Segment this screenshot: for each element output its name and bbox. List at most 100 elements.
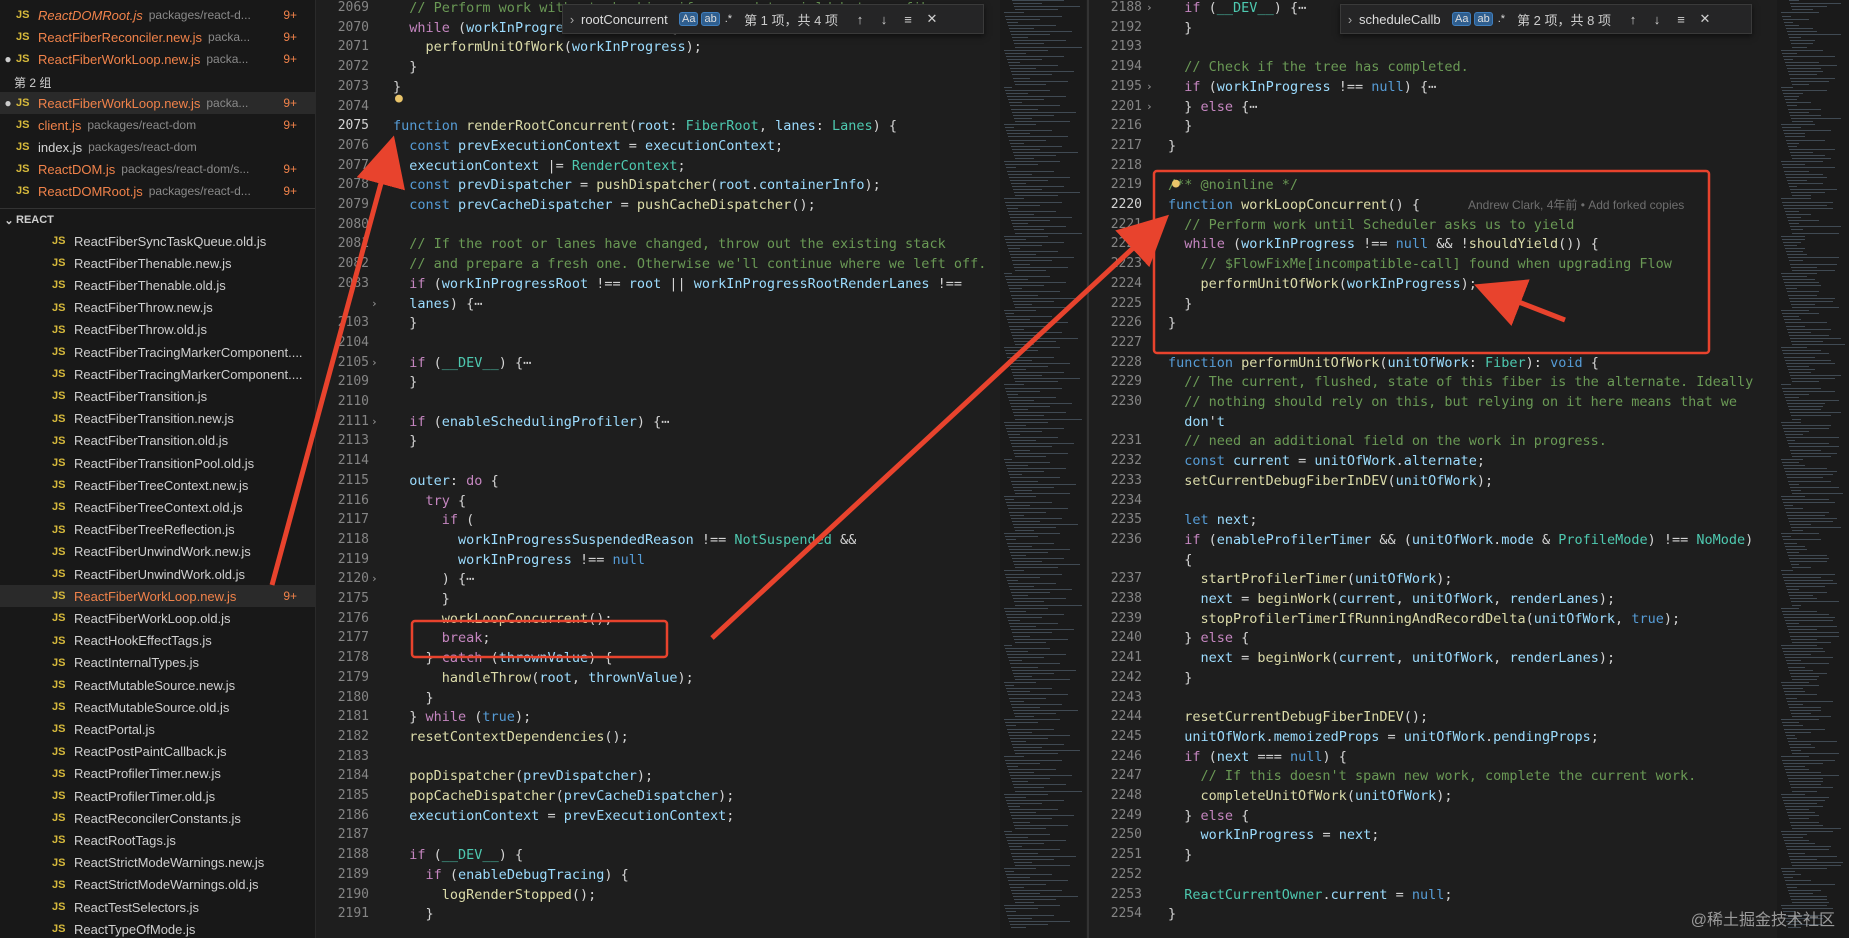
code-line[interactable]: // $FlowFixMe[incompatible-call] found w… xyxy=(1168,254,1672,274)
code-line[interactable]: if (enableProfilerTimer && (unitOfWork.m… xyxy=(1168,530,1753,550)
open-editor-item[interactable]: JS ReactDOM.js packages/react-dom/s... 9+ xyxy=(0,158,315,180)
code-line[interactable]: next = beginWork(current, unitOfWork, re… xyxy=(1168,589,1616,609)
right-editor-pane[interactable]: 2188 2192 2193 2194 2195 2201 2216 2217 2218 2219… xyxy=(1090,0,1775,938)
code-line[interactable]: don't xyxy=(1168,412,1225,432)
file-tree-item[interactable]: JS ReactTestSelectors.js xyxy=(0,896,315,918)
code-line[interactable]: { xyxy=(1168,550,1192,570)
file-tree-item[interactable]: JS ReactPostPaintCallback.js xyxy=(0,741,315,763)
find-in-selection-icon[interactable]: ≡ xyxy=(896,12,920,27)
code-line[interactable]: function renderRootConcurrent(root: Fibe… xyxy=(393,116,897,136)
file-tree-item[interactable]: JS ReactRootTags.js xyxy=(0,829,315,851)
code-line[interactable]: if ( xyxy=(393,510,475,530)
toggle-replace-icon[interactable]: › xyxy=(1341,12,1359,27)
open-editor-item[interactable]: JS ReactFiberReconciler.new.js packa... 9+ xyxy=(0,26,315,48)
left-editor-pane[interactable]: 2069 2070 2071 2072 2073 2074 2075 2076 2077 2078… xyxy=(317,0,997,938)
code-line[interactable]: } xyxy=(1168,116,1192,136)
code-line[interactable]: } xyxy=(393,431,417,451)
file-tree-item[interactable]: JS ReactFiberThrow.old.js xyxy=(0,319,315,341)
file-tree-item[interactable]: JS ReactFiberTreeReflection.js xyxy=(0,519,315,541)
code-line[interactable]: performUnitOfWork(workInProgress); xyxy=(1168,274,1477,294)
code-line[interactable]: performUnitOfWork(workInProgress); xyxy=(393,37,702,57)
file-tree-item[interactable]: JS ReactFiberWorkLoop.new.js 9+ xyxy=(0,585,315,608)
match-case-button[interactable]: Aa xyxy=(1452,12,1472,26)
code-line[interactable]: unitOfWork.memoizedProps = unitOfWork.pe… xyxy=(1168,727,1599,747)
file-tree-item[interactable]: JS ReactFiberTransition.new.js xyxy=(0,408,315,430)
folder-section-header[interactable]: ⌄ REACT xyxy=(0,208,315,231)
code-line[interactable]: break; xyxy=(393,628,491,648)
close-find-icon[interactable]: ✕ xyxy=(1693,11,1717,27)
code-line[interactable]: executionContext = prevExecutionContext; xyxy=(393,806,734,826)
file-tree-item[interactable]: JS ReactFiberWorkLoop.old.js xyxy=(0,607,315,629)
file-tree-item[interactable]: JS ReactFiberThenable.new.js xyxy=(0,252,315,274)
next-match-icon[interactable]: ↓ xyxy=(1645,12,1669,27)
code-line[interactable]: lanes) {⋯ xyxy=(393,294,482,314)
file-tree-item[interactable]: JS ReactFiberTreeContext.old.js xyxy=(0,496,315,518)
code-line[interactable]: if (__DEV__) { xyxy=(393,845,523,865)
code-line[interactable]: executionContext |= RenderContext; xyxy=(393,156,685,176)
code-line[interactable]: workInProgress = next; xyxy=(1168,825,1380,845)
file-tree-item[interactable]: JS ReactInternalTypes.js xyxy=(0,652,315,674)
left-find-input[interactable]: rootConcurrent xyxy=(581,12,676,27)
right-minimap[interactable] xyxy=(1777,0,1849,938)
open-editor-item[interactable]: ● JS ReactFiberWorkLoop.new.js packa... 9+ xyxy=(0,92,315,114)
file-tree-item[interactable]: JS ReactFiberUnwindWork.old.js xyxy=(0,563,315,585)
code-line[interactable]: workInProgressSuspendedReason !== NotSus… xyxy=(393,530,856,550)
code-line[interactable]: } else { xyxy=(1168,628,1249,648)
file-tree-item[interactable]: JS ReactFiberSyncTaskQueue.old.js xyxy=(0,230,315,252)
file-tree-item[interactable]: JS ReactFiberThenable.old.js xyxy=(0,274,315,296)
code-line[interactable]: next = beginWork(current, unitOfWork, re… xyxy=(1168,648,1616,668)
code-line[interactable]: stopProfilerTimerIfRunningAndRecordDelta… xyxy=(1168,609,1681,629)
code-line[interactable]: const prevCacheDispatcher = pushCacheDis… xyxy=(393,195,815,215)
code-line[interactable]: } catch (thrownValue) { xyxy=(393,648,613,668)
code-line[interactable]: setCurrentDebugFiberInDEV(unitOfWork); xyxy=(1168,471,1493,491)
code-line[interactable]: if (workInProgressRoot !== root || workI… xyxy=(393,274,962,294)
next-match-icon[interactable]: ↓ xyxy=(872,12,896,27)
code-line[interactable]: } xyxy=(393,904,434,924)
code-line[interactable]: } xyxy=(1168,668,1192,688)
code-line[interactable]: if (enableSchedulingProfiler) {⋯ xyxy=(393,412,669,432)
fold-chevron-icon[interactable]: › xyxy=(1146,80,1153,93)
code-line[interactable]: completeUnitOfWork(unitOfWork); xyxy=(1168,786,1453,806)
file-tree-item[interactable]: JS ReactPortal.js xyxy=(0,718,315,740)
code-line[interactable]: } xyxy=(1168,845,1192,865)
code-line[interactable]: const prevExecutionContext = executionCo… xyxy=(393,136,783,156)
code-line[interactable]: if (enableDebugTracing) { xyxy=(393,865,629,885)
code-line[interactable]: } xyxy=(393,372,417,392)
code-line[interactable]: popDispatcher(prevDispatcher); xyxy=(393,766,653,786)
open-editor-item[interactable]: ● JS ReactFiberWorkLoop.new.js packa... 9+ xyxy=(0,48,315,70)
file-tree-item[interactable]: JS ReactFiberThrow.new.js xyxy=(0,297,315,319)
close-find-icon[interactable]: ✕ xyxy=(920,11,944,27)
code-line[interactable]: outer: do { xyxy=(393,471,498,491)
regex-button[interactable]: .* xyxy=(723,13,734,25)
toggle-replace-icon[interactable]: › xyxy=(563,12,581,27)
code-line[interactable]: resetContextDependencies(); xyxy=(393,727,628,747)
match-case-button[interactable]: Aa xyxy=(679,12,699,26)
right-find-input[interactable]: scheduleCallb xyxy=(1359,12,1449,27)
file-tree-item[interactable]: JS ReactMutableSource.new.js xyxy=(0,674,315,696)
code-line[interactable]: const current = unitOfWork.alternate; xyxy=(1168,451,1485,471)
code-line[interactable]: // and prepare a fresh one. Otherwise we… xyxy=(393,254,986,274)
code-line[interactable]: } xyxy=(1168,313,1176,333)
code-line[interactable]: } xyxy=(1168,136,1176,156)
fold-chevron-icon[interactable]: › xyxy=(371,356,378,369)
open-editor-item[interactable]: JS ReactDOMRoot.js packages/react-d... 9+ xyxy=(0,180,315,202)
code-line[interactable]: } xyxy=(1168,294,1192,314)
file-tree-item[interactable]: JS ReactMutableSource.old.js xyxy=(0,696,315,718)
code-line[interactable]: /** @noinline */ xyxy=(1168,175,1298,195)
code-line[interactable]: } xyxy=(1168,18,1192,38)
code-line[interactable]: function workLoopConcurrent() { xyxy=(1168,195,1420,215)
match-word-button[interactable]: ab xyxy=(701,12,720,26)
code-line[interactable]: } else {⋯ xyxy=(1168,97,1257,117)
file-tree-item[interactable]: JS ReactTypeOfMode.js xyxy=(0,918,315,938)
code-line[interactable]: logRenderStopped(); xyxy=(393,885,596,905)
file-tree-item[interactable]: JS ReactStrictModeWarnings.old.js xyxy=(0,874,315,896)
code-line[interactable]: workLoopConcurrent(); xyxy=(393,609,613,629)
code-line[interactable]: } else { xyxy=(1168,806,1249,826)
code-line[interactable]: workInProgress !== null xyxy=(393,550,645,570)
code-line[interactable]: // nothing should rely on this, but rely… xyxy=(1168,392,1737,412)
code-line[interactable]: function performUnitOfWork(unitOfWork: F… xyxy=(1168,353,1599,373)
code-line[interactable]: } xyxy=(393,313,417,333)
open-editor-item[interactable]: JS ReactDOMRoot.js packages/react-d... 9+ xyxy=(0,4,315,26)
code-line[interactable]: } xyxy=(1168,904,1176,924)
fold-chevron-icon[interactable]: › xyxy=(1146,100,1153,113)
